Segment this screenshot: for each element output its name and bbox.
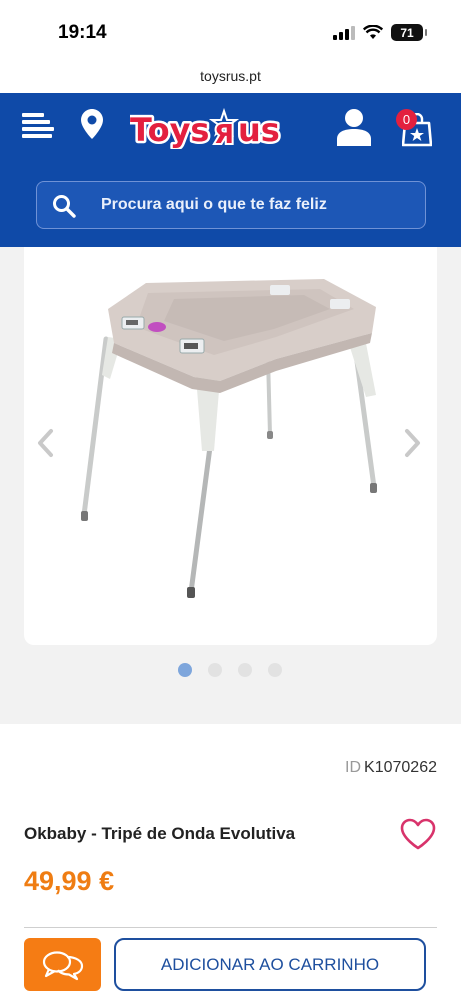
product-id: ID K1070262	[345, 759, 437, 777]
menu-icon[interactable]	[22, 113, 54, 139]
svg-text:us: us	[238, 111, 280, 149]
cart-count-badge: 0	[396, 109, 417, 130]
svg-text:Я: Я	[214, 120, 234, 149]
cellular-signal-icon	[333, 25, 355, 40]
heart-icon[interactable]	[400, 818, 436, 850]
status-icons: 71	[333, 24, 427, 41]
location-pin-icon[interactable]	[81, 109, 103, 139]
bottom-action-bar: ADICIONAR AO CARRINHO	[0, 928, 461, 999]
product-image-carousel[interactable]	[24, 247, 437, 645]
product-id-label: ID	[345, 759, 362, 776]
product-id-value: K1070262	[364, 759, 437, 776]
svg-text:Toys: Toys	[130, 111, 209, 149]
product-price: 49,99 €	[24, 866, 115, 896]
browser-url[interactable]: toysrus.pt	[0, 64, 461, 93]
chevron-left-icon[interactable]	[35, 428, 55, 458]
carousel-dot-4[interactable]	[268, 663, 282, 677]
search-icon[interactable]	[52, 194, 76, 218]
chat-button[interactable]	[24, 938, 101, 991]
toysrus-logo[interactable]: Toys Toys Я Я us us	[130, 107, 296, 149]
chevron-right-icon[interactable]	[403, 428, 423, 458]
carousel-dot-3[interactable]	[238, 663, 252, 677]
carousel-dot-2[interactable]	[208, 663, 222, 677]
add-to-cart-button[interactable]: ADICIONAR AO CARRINHO	[114, 938, 426, 991]
wifi-icon	[363, 25, 383, 39]
product-title: Okbaby - Tripé de Onda Evolutiva	[24, 824, 296, 843]
site-header: Toys Toys Я Я us us 0 Procura aqui o que…	[0, 93, 461, 247]
carousel-pagination	[178, 663, 282, 677]
user-icon[interactable]	[336, 108, 372, 146]
status-bar: 19:14 71	[0, 0, 461, 64]
search-placeholder: Procura aqui o que te faz feliz	[101, 196, 327, 213]
battery-indicator: 71	[391, 24, 427, 41]
product-image	[81, 279, 377, 598]
status-time: 19:14	[58, 22, 107, 43]
chat-bubbles-icon	[42, 950, 83, 980]
carousel-dot-1[interactable]	[178, 663, 192, 677]
search-input[interactable]: Procura aqui o que te faz feliz	[36, 181, 426, 229]
